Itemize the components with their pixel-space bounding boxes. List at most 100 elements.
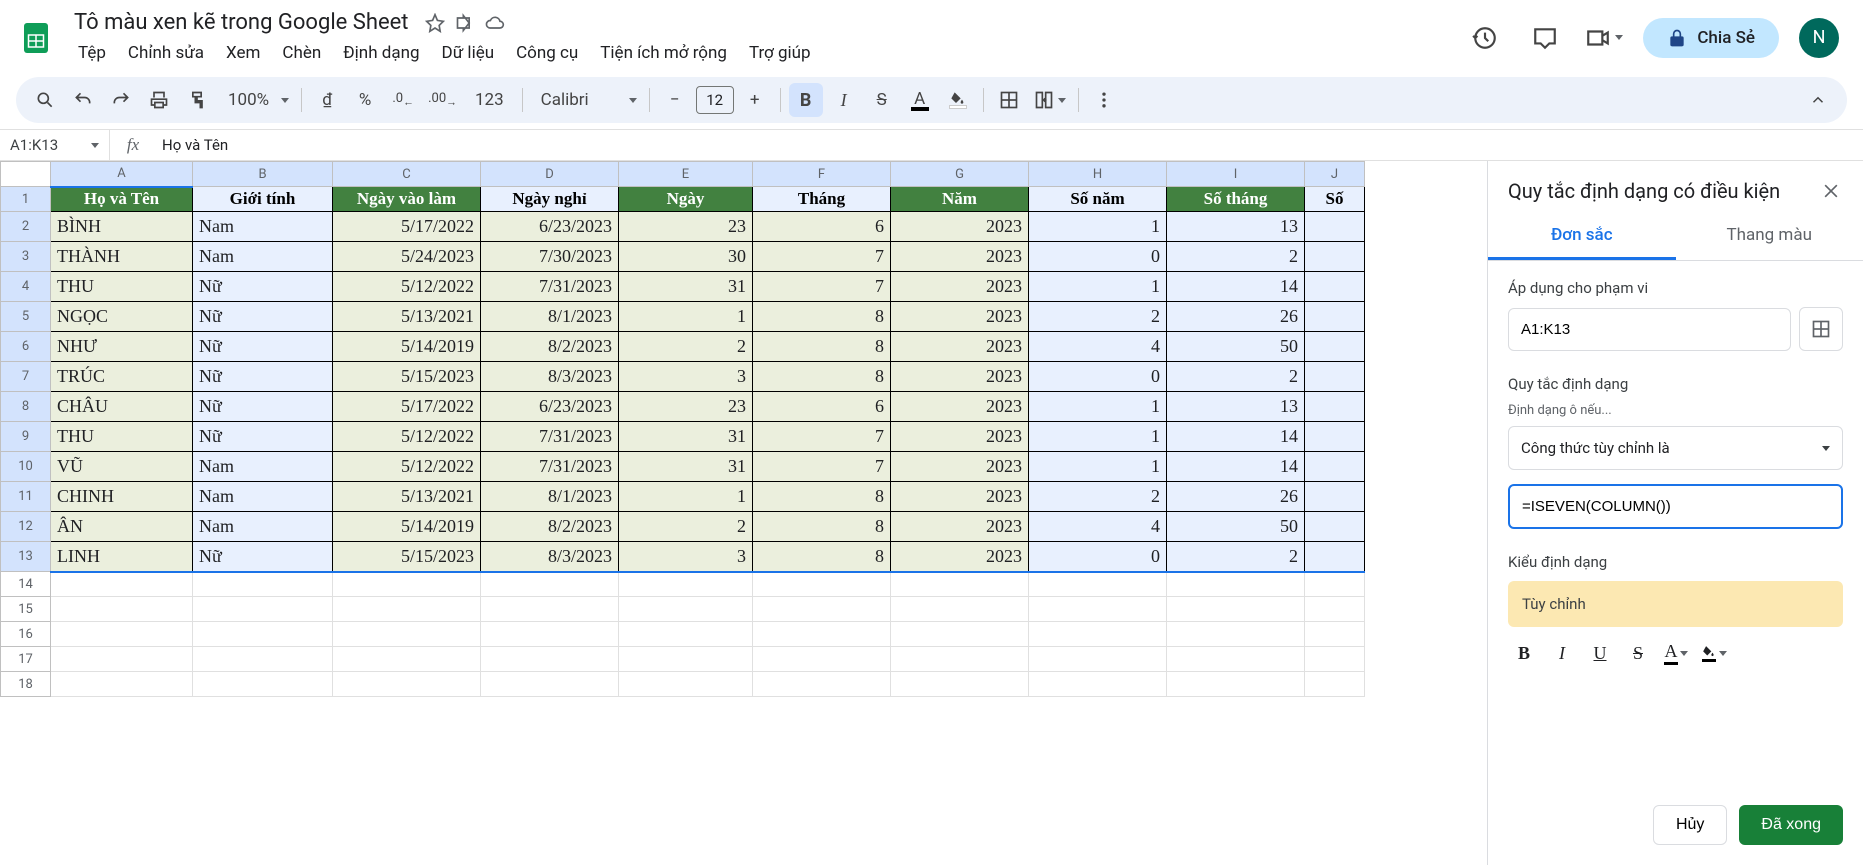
spreadsheet-grid[interactable]: ABCDEFGHIJ1Họ và TênGiới tínhNgày vào là… <box>0 161 1365 697</box>
cell[interactable]: 7 <box>753 422 891 452</box>
menu-extensions[interactable]: Tiện ích mở rộng <box>590 39 737 67</box>
print-icon[interactable] <box>142 83 176 117</box>
font-size-increase[interactable]: + <box>738 83 772 117</box>
cell[interactable] <box>1305 597 1365 622</box>
cell[interactable] <box>51 572 193 597</box>
cell[interactable]: Nữ <box>193 272 333 302</box>
cell[interactable] <box>1305 452 1365 482</box>
cell[interactable]: 7 <box>753 242 891 272</box>
cell[interactable]: 5/14/2019 <box>333 332 481 362</box>
header-cell[interactable]: Tháng <box>753 187 891 212</box>
cell[interactable] <box>333 572 481 597</box>
menu-insert[interactable]: Chèn <box>272 39 331 67</box>
cell[interactable] <box>619 572 753 597</box>
cell[interactable]: 14 <box>1167 272 1305 302</box>
cell[interactable]: 8 <box>753 512 891 542</box>
header-cell[interactable]: Giới tính <box>193 187 333 212</box>
cell[interactable]: 1 <box>1029 212 1167 242</box>
number-format-button[interactable]: 123 <box>465 83 514 117</box>
avatar[interactable]: N <box>1799 18 1839 58</box>
cell[interactable] <box>193 647 333 672</box>
cell[interactable]: 5/13/2021 <box>333 302 481 332</box>
cell[interactable] <box>1029 572 1167 597</box>
style-fill-color-button[interactable] <box>1698 637 1730 669</box>
name-box[interactable]: A1:K13 <box>0 130 110 160</box>
cell[interactable] <box>1305 622 1365 647</box>
cell[interactable] <box>1305 672 1365 697</box>
row-header[interactable]: 14 <box>1 572 51 597</box>
cell[interactable] <box>333 597 481 622</box>
header-cell[interactable]: Ngày <box>619 187 753 212</box>
cell[interactable] <box>753 622 891 647</box>
cell[interactable]: 8 <box>753 542 891 572</box>
cell[interactable]: 7 <box>753 272 891 302</box>
col-header[interactable]: A <box>51 162 193 187</box>
cell[interactable]: 8 <box>753 362 891 392</box>
cell[interactable]: 8/2/2023 <box>481 332 619 362</box>
style-underline-button[interactable]: U <box>1584 637 1616 669</box>
cell[interactable]: 6 <box>753 212 891 242</box>
row-header[interactable]: 1 <box>1 187 51 212</box>
menu-view[interactable]: Xem <box>216 39 270 67</box>
undo-icon[interactable] <box>66 83 100 117</box>
row-header[interactable]: 2 <box>1 212 51 242</box>
menu-edit[interactable]: Chỉnh sửa <box>118 39 214 67</box>
cell[interactable]: 3 <box>619 362 753 392</box>
row-header[interactable]: 13 <box>1 542 51 572</box>
cell[interactable]: 5/17/2022 <box>333 392 481 422</box>
row-header[interactable]: 12 <box>1 512 51 542</box>
cell[interactable]: 7 <box>753 452 891 482</box>
cell[interactable] <box>1167 597 1305 622</box>
cell[interactable]: 0 <box>1029 542 1167 572</box>
cell[interactable]: 1 <box>1029 452 1167 482</box>
cell[interactable] <box>1029 672 1167 697</box>
cell[interactable]: 2023 <box>891 512 1029 542</box>
cell[interactable]: 31 <box>619 422 753 452</box>
cell[interactable] <box>481 572 619 597</box>
row-header[interactable]: 4 <box>1 272 51 302</box>
cell[interactable]: 7/31/2023 <box>481 452 619 482</box>
col-header[interactable]: J <box>1305 162 1365 187</box>
row-header[interactable]: 11 <box>1 482 51 512</box>
more-icon[interactable] <box>1087 83 1121 117</box>
cell[interactable]: NGỌC <box>51 302 193 332</box>
row-header[interactable]: 7 <box>1 362 51 392</box>
header-cell[interactable]: Ngày nghỉ <box>481 187 619 212</box>
cell[interactable] <box>891 622 1029 647</box>
strikethrough-button[interactable]: S <box>865 83 899 117</box>
cell[interactable]: 2023 <box>891 272 1029 302</box>
style-text-color-button[interactable]: A <box>1660 637 1692 669</box>
move-icon[interactable] <box>455 13 475 33</box>
text-color-button[interactable]: A <box>903 83 937 117</box>
cell[interactable]: 6/23/2023 <box>481 392 619 422</box>
style-bold-button[interactable]: B <box>1508 637 1540 669</box>
cell[interactable] <box>1167 572 1305 597</box>
col-header[interactable]: D <box>481 162 619 187</box>
cell[interactable]: 13 <box>1167 212 1305 242</box>
meet-icon[interactable] <box>1585 18 1623 58</box>
cell[interactable]: 2023 <box>891 242 1029 272</box>
cell[interactable] <box>481 647 619 672</box>
cell[interactable]: 4 <box>1029 332 1167 362</box>
cell[interactable] <box>619 597 753 622</box>
cell[interactable] <box>1305 422 1365 452</box>
cell[interactable]: CHINH <box>51 482 193 512</box>
cell[interactable] <box>51 597 193 622</box>
cell[interactable]: 2023 <box>891 212 1029 242</box>
cell[interactable] <box>1029 597 1167 622</box>
cell[interactable] <box>1167 647 1305 672</box>
tab-color-scale[interactable]: Thang màu <box>1676 213 1863 260</box>
cell[interactable] <box>1305 512 1365 542</box>
cell[interactable] <box>51 622 193 647</box>
cell[interactable]: 2 <box>1167 542 1305 572</box>
cell[interactable]: 5/12/2022 <box>333 452 481 482</box>
cell[interactable]: 23 <box>619 392 753 422</box>
cancel-button[interactable]: Hủy <box>1653 805 1727 845</box>
cell[interactable]: 5/12/2022 <box>333 272 481 302</box>
cell[interactable]: 5/17/2022 <box>333 212 481 242</box>
cell[interactable]: THU <box>51 272 193 302</box>
cell[interactable] <box>1305 572 1365 597</box>
row-header[interactable]: 17 <box>1 647 51 672</box>
row-header[interactable]: 3 <box>1 242 51 272</box>
sheets-logo[interactable] <box>16 18 56 58</box>
